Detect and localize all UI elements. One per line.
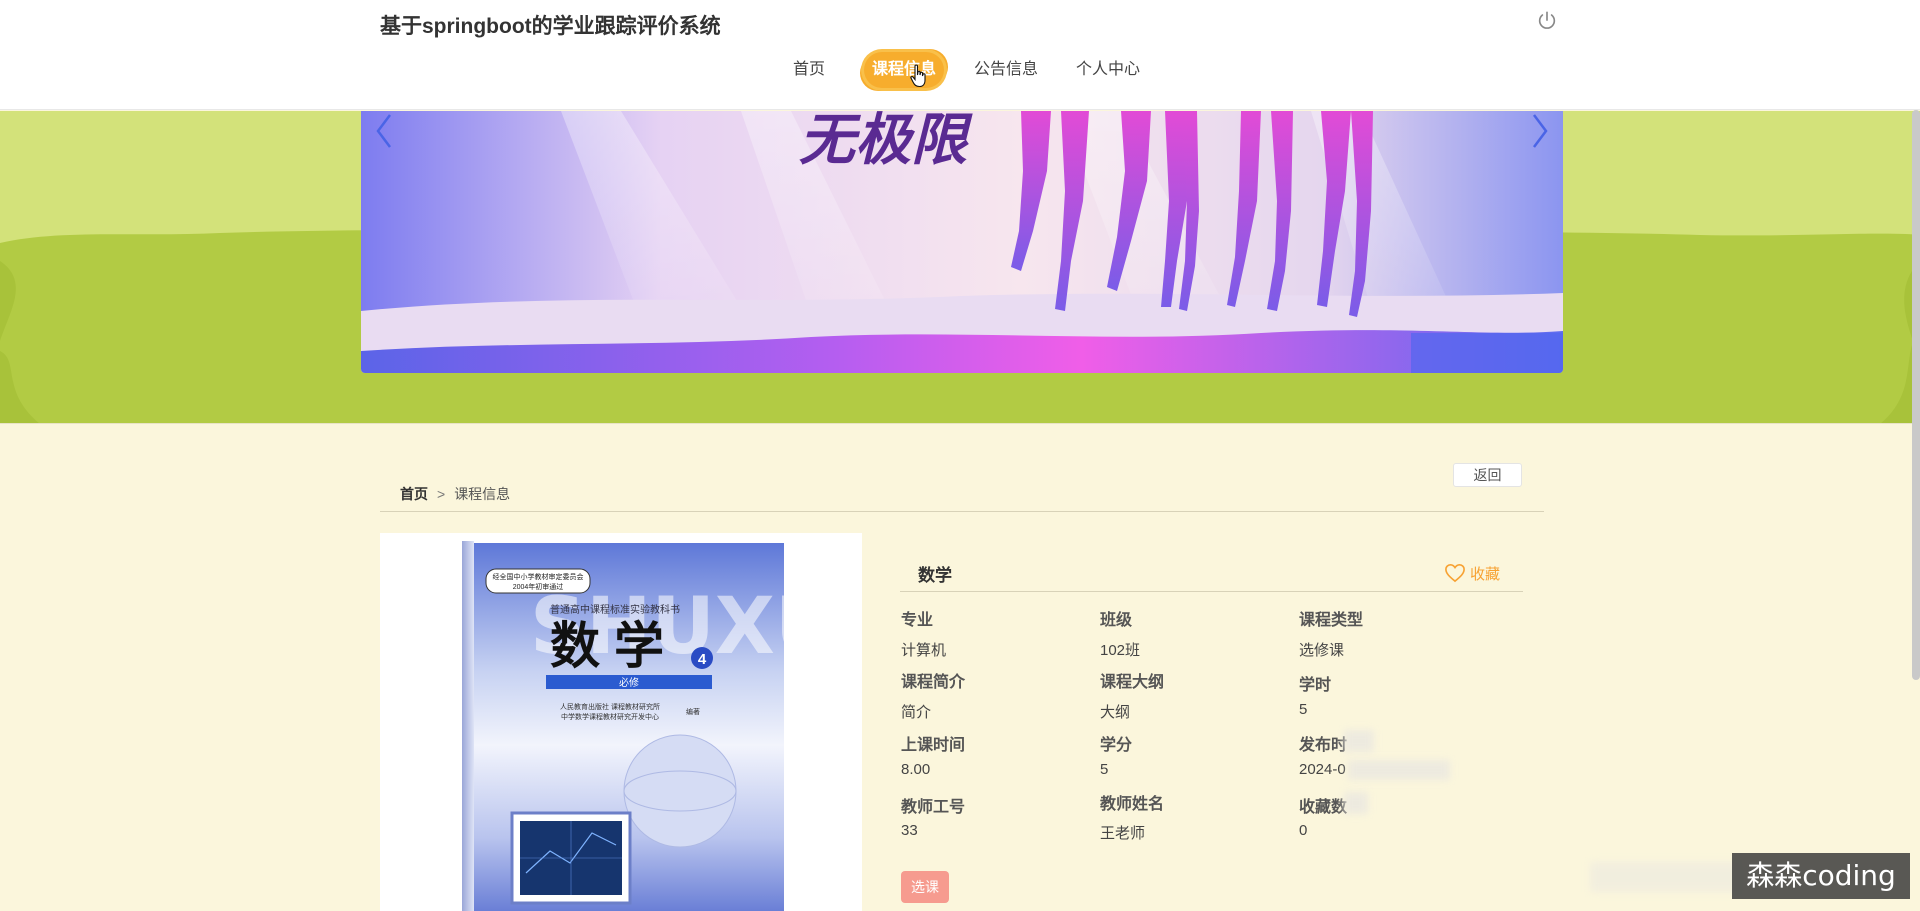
banner-area: 无极限 bbox=[0, 111, 1920, 424]
breadcrumb-bar: 首页 > 课程信息 bbox=[380, 480, 1544, 512]
course-cover-image: SHUXUE 经全国中小学教材审定委员会 2004年初审通过 普通高中课程标准实… bbox=[380, 533, 862, 911]
title-divider bbox=[900, 591, 1523, 592]
field-label-class-time: 上课时间 bbox=[901, 737, 966, 754]
field-value-major: 计算机 bbox=[901, 642, 947, 659]
field-label-course-type: 课程类型 bbox=[1299, 612, 1364, 629]
page-scrollbar[interactable] bbox=[1912, 110, 1920, 680]
hand-cursor-icon bbox=[910, 64, 926, 88]
field-value-credits: 5 bbox=[1100, 761, 1109, 778]
breadcrumb-separator: > bbox=[437, 486, 446, 502]
site-header: 基于springboot的学业跟踪评价系统 首页 课程信息 公告信息 个人中心 bbox=[0, 0, 1920, 110]
field-label-outline: 课程大纲 bbox=[1100, 674, 1165, 691]
banner-slogan: 无极限 bbox=[799, 111, 973, 173]
nav-home[interactable]: 首页 bbox=[784, 52, 834, 88]
field-value-teacher-name: 王老师 bbox=[1100, 825, 1146, 842]
field-label-favorite-count: 收藏数 bbox=[1299, 799, 1348, 816]
nav-personal-center[interactable]: 个人中心 bbox=[1070, 52, 1146, 88]
course-title: 数学 bbox=[918, 566, 952, 585]
field-value-teacher-id: 33 bbox=[901, 822, 918, 839]
field-label-credits: 学分 bbox=[1100, 737, 1133, 754]
site-title: 基于springboot的学业跟踪评价系统 bbox=[380, 15, 721, 38]
breadcrumb-current: 课程信息 bbox=[454, 486, 511, 502]
video-watermark: 森森coding bbox=[1732, 853, 1910, 899]
blur-mask bbox=[1344, 730, 1374, 752]
field-value-favorite-count: 0 bbox=[1299, 822, 1308, 839]
cover-editor: 编著 bbox=[686, 707, 700, 716]
field-value-class: 102班 bbox=[1100, 642, 1141, 659]
blur-mask bbox=[1590, 862, 1740, 892]
field-label-publish-time: 发布时 bbox=[1299, 737, 1348, 754]
field-value-class-time: 8.00 bbox=[901, 761, 931, 778]
nav-course-info[interactable]: 课程信息 bbox=[864, 52, 944, 88]
field-value-outline: 大纲 bbox=[1100, 704, 1131, 721]
field-value-course-type: 选修课 bbox=[1299, 642, 1345, 659]
cover-publisher-line2: 中学数学课程教材研究开发中心 bbox=[561, 712, 659, 721]
cover-volume: 4 bbox=[698, 651, 707, 668]
field-value-intro: 简介 bbox=[901, 704, 932, 721]
nav-announcements[interactable]: 公告信息 bbox=[968, 52, 1044, 88]
back-button[interactable]: 返回 bbox=[1453, 463, 1522, 487]
field-label-class: 班级 bbox=[1100, 612, 1133, 629]
main-nav: 首页 课程信息 公告信息 个人中心 bbox=[0, 52, 1920, 92]
field-value-publish-time: 2024-0 bbox=[1299, 761, 1346, 778]
field-label-intro: 课程简介 bbox=[901, 674, 966, 691]
enroll-button[interactable]: 选课 bbox=[901, 871, 949, 903]
heart-icon bbox=[1445, 563, 1465, 583]
banner-artwork: 无极限 bbox=[361, 111, 1563, 373]
field-label-teacher-name: 教师姓名 bbox=[1100, 796, 1165, 813]
field-value-hours: 5 bbox=[1299, 701, 1308, 718]
cover-subtitle: 必修 bbox=[619, 676, 639, 689]
breadcrumb: 首页 > 课程信息 bbox=[400, 484, 510, 504]
blur-mask bbox=[1348, 760, 1450, 780]
chevron-left-icon[interactable] bbox=[370, 111, 400, 151]
favorite-label: 收藏 bbox=[1470, 565, 1501, 583]
cover-publisher-line1: 人民教育出版社 课程教材研究所 bbox=[560, 702, 660, 711]
blur-mask bbox=[1344, 792, 1368, 814]
cover-series: 普通高中课程标准实验教科书 bbox=[550, 603, 680, 616]
favorite-button[interactable]: 收藏 bbox=[1444, 561, 1500, 585]
cover-badge-line2: 2004年初审通过 bbox=[513, 582, 564, 591]
field-label-hours: 学时 bbox=[1299, 677, 1332, 694]
breadcrumb-home[interactable]: 首页 bbox=[400, 486, 428, 502]
cover-title: 数学 bbox=[550, 616, 678, 675]
textbook-cover: SHUXUE 经全国中小学教材审定委员会 2004年初审通过 普通高中课程标准实… bbox=[462, 541, 862, 911]
field-label-major: 专业 bbox=[901, 612, 934, 629]
chevron-right-icon[interactable] bbox=[1524, 111, 1554, 151]
power-icon[interactable] bbox=[1536, 10, 1558, 32]
banner-image[interactable]: 无极限 bbox=[361, 111, 1563, 373]
field-label-teacher-id: 教师工号 bbox=[901, 799, 966, 816]
cover-badge-line1: 经全国中小学教材审定委员会 bbox=[493, 572, 584, 581]
